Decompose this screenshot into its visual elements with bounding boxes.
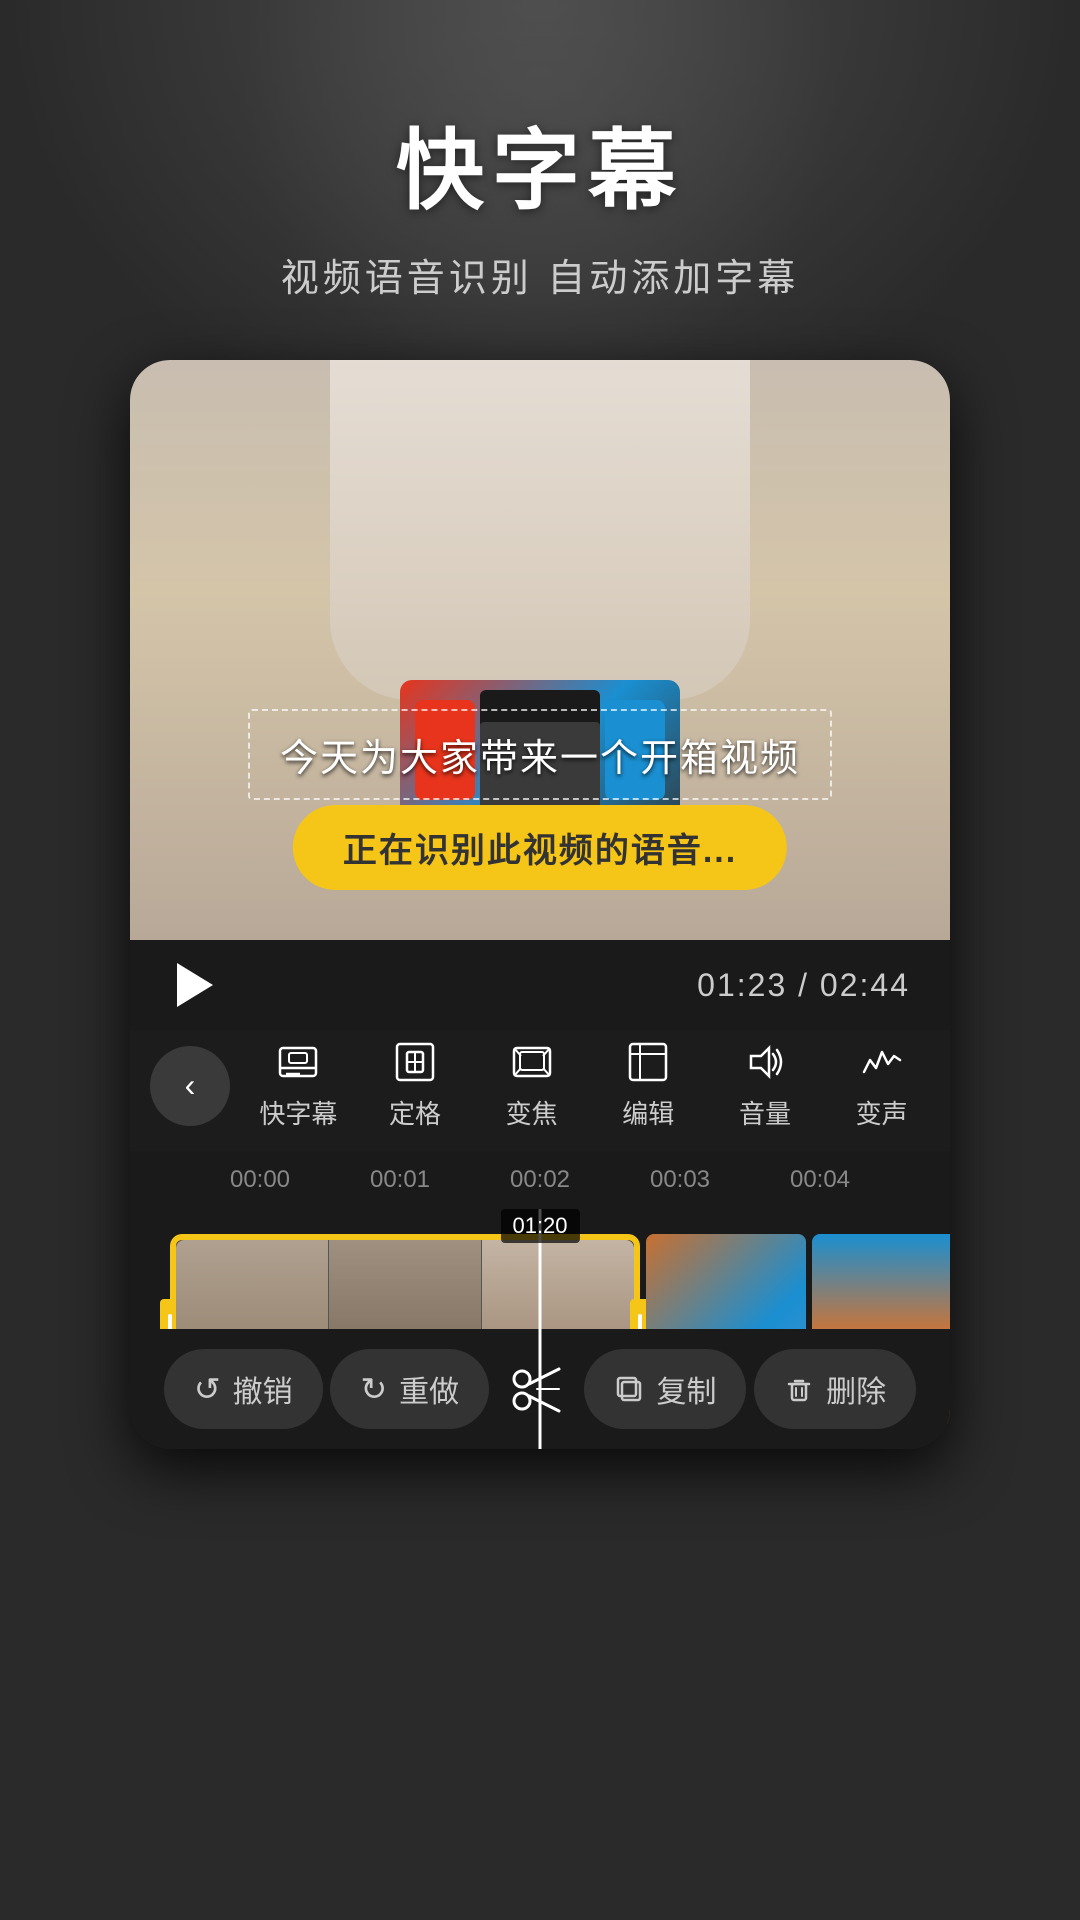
undo-label: 撤销 bbox=[233, 1367, 293, 1411]
redo-icon: ↻ bbox=[360, 1370, 387, 1408]
delete-label: 删除 bbox=[826, 1367, 886, 1411]
time-display: 01:23 / 02:44 bbox=[697, 967, 910, 1004]
play-icon bbox=[177, 963, 213, 1007]
time-mark-1: 00:01 bbox=[370, 1166, 430, 1194]
tool-volume-label: 音量 bbox=[739, 1094, 791, 1131]
title-section: 快字幕 视频语音识别 自动添加字幕 bbox=[0, 100, 1080, 302]
volume-icon bbox=[743, 1040, 787, 1084]
tool-bar: ‹ 快字幕 定格 bbox=[130, 1030, 950, 1151]
scissors-icon bbox=[507, 1359, 567, 1419]
tool-caption-label: 快字幕 bbox=[259, 1094, 337, 1131]
copy-label: 复制 bbox=[656, 1367, 716, 1411]
recognition-text: 正在识别此视频的语音... bbox=[343, 823, 737, 872]
play-button[interactable] bbox=[170, 960, 220, 1010]
phone-mockup: 今天为大家带来一个开箱视频 正在识别此视频的语音... 01:23 / 02:4… bbox=[130, 360, 950, 1449]
tool-edit-label: 编辑 bbox=[622, 1094, 674, 1131]
tool-caption[interactable]: 快字幕 bbox=[248, 1040, 348, 1131]
sub-title: 视频语音识别 自动添加字幕 bbox=[0, 247, 1080, 302]
time-ruler: 00:00 00:01 00:02 00:03 00:04 bbox=[130, 1166, 950, 1204]
zoom-icon bbox=[510, 1040, 554, 1084]
edit-icon bbox=[626, 1040, 670, 1084]
subtitle-text: 今天为大家带来一个开箱视频 bbox=[280, 727, 800, 782]
redo-button[interactable]: ↻ 重做 bbox=[330, 1349, 489, 1429]
controls-bar: 01:23 / 02:44 bbox=[130, 940, 950, 1030]
delete-icon bbox=[784, 1374, 814, 1404]
tool-freeze-label: 定格 bbox=[389, 1094, 441, 1131]
main-title: 快字幕 bbox=[0, 100, 1080, 227]
tool-volume[interactable]: 音量 bbox=[715, 1040, 815, 1131]
time-mark-2: 00:02 bbox=[510, 1166, 570, 1194]
undo-button[interactable]: ↺ 撤销 bbox=[164, 1349, 323, 1429]
cut-button[interactable] bbox=[497, 1349, 577, 1429]
copy-icon bbox=[614, 1374, 644, 1404]
video-area: 今天为大家带来一个开箱视频 正在识别此视频的语音... bbox=[130, 360, 950, 940]
total-time: 02:44 bbox=[820, 967, 910, 1003]
tool-voice-label: 变声 bbox=[856, 1094, 908, 1131]
timeline-cursor-badge: 01:20 bbox=[500, 1209, 579, 1243]
recognition-badge[interactable]: 正在识别此视频的语音... bbox=[293, 805, 787, 890]
subtitle-overlay: 今天为大家带来一个开箱视频 bbox=[248, 709, 832, 800]
tool-freeze[interactable]: 定格 bbox=[365, 1040, 465, 1131]
undo-icon: ↺ bbox=[194, 1370, 221, 1408]
timeline-cursor: 01:20 bbox=[539, 1209, 542, 1449]
copy-button[interactable]: 复制 bbox=[584, 1349, 746, 1429]
time-sep: / bbox=[787, 967, 820, 1003]
caption-icon bbox=[276, 1040, 320, 1084]
tool-zoom[interactable]: 变焦 bbox=[482, 1040, 582, 1131]
tools-list: 快字幕 定格 bbox=[230, 1040, 950, 1131]
time-mark-3: 00:03 bbox=[650, 1166, 710, 1194]
time-mark-4: 00:04 bbox=[790, 1166, 850, 1194]
timeline-section: 00:00 00:01 00:02 00:03 00:04 bbox=[130, 1151, 950, 1209]
voice-icon bbox=[860, 1040, 904, 1084]
freeze-icon bbox=[393, 1040, 437, 1084]
tool-edit[interactable]: 编辑 bbox=[598, 1040, 698, 1131]
current-time: 01:23 bbox=[697, 967, 787, 1003]
back-button[interactable]: ‹ bbox=[150, 1046, 230, 1126]
redo-label: 重做 bbox=[399, 1367, 459, 1411]
delete-button[interactable]: 删除 bbox=[754, 1349, 916, 1429]
tool-voice[interactable]: 变声 bbox=[832, 1040, 932, 1131]
tool-zoom-label: 变焦 bbox=[506, 1094, 558, 1131]
person-figure bbox=[330, 360, 750, 700]
time-mark-0: 00:00 bbox=[230, 1166, 290, 1194]
chevron-left-icon: ‹ bbox=[185, 1067, 196, 1104]
